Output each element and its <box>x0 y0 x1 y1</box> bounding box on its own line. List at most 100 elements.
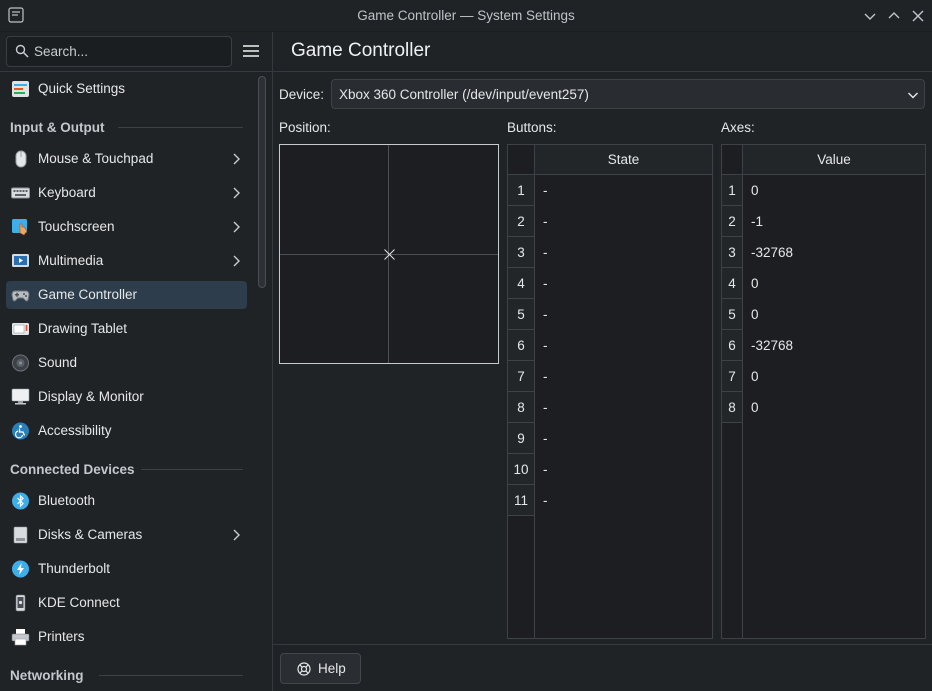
axis-value-cell: 0 <box>751 369 759 384</box>
sidebar-scrollbar-thumb[interactable] <box>258 76 266 288</box>
sidebar-item-quick-settings[interactable]: Quick Settings <box>6 75 247 103</box>
sidebar-item-kde-connect[interactable]: KDE Connect <box>6 589 247 617</box>
sidebar-item-game-controller[interactable]: Game Controller <box>6 281 247 309</box>
thunderbolt-icon <box>12 560 29 578</box>
sidebar-item-sound[interactable]: Sound <box>6 349 247 377</box>
search-icon <box>15 44 29 58</box>
sidebar-item-bluetooth[interactable]: Bluetooth <box>6 487 247 515</box>
device-select[interactable]: Xbox 360 Controller (/dev/input/event257… <box>331 79 925 109</box>
sidebar-item-label: Display & Monitor <box>38 389 144 404</box>
axis-value-cell: -1 <box>751 214 764 229</box>
sidebar-item-label: Printers <box>38 629 85 644</box>
chevron-right-icon <box>233 153 240 165</box>
section-header-connected-devices: Connected Devices <box>10 462 135 477</box>
sidebar-item-label: Accessibility <box>38 423 112 438</box>
hamburger-menu-icon[interactable] <box>241 42 261 60</box>
row-number: 1 <box>722 175 743 206</box>
sidebar-item-touchscreen[interactable]: Touchscreen <box>6 213 247 241</box>
button-state-cell: - <box>543 431 548 446</box>
speaker-icon <box>12 354 29 372</box>
sidebar-item-label: Bluetooth <box>38 493 96 508</box>
sidebar-item-label: Game Controller <box>38 287 138 302</box>
help-icon <box>297 662 311 676</box>
sidebar-item-display-monitor[interactable]: Display & Monitor <box>6 383 247 411</box>
section-header-networking: Networking <box>10 668 84 683</box>
search-field[interactable] <box>6 36 232 67</box>
touchscreen-icon <box>12 219 28 236</box>
button-state-cell: - <box>543 245 548 260</box>
axes-value-column-header[interactable]: Value <box>743 145 925 175</box>
help-button-label: Help <box>318 661 346 676</box>
row-number: 8 <box>722 392 743 423</box>
sidebar-item-label: Mouse & Touchpad <box>38 151 154 166</box>
row-number: 10 <box>508 454 535 485</box>
buttons-state-column-header[interactable]: State <box>535 145 712 175</box>
position-cursor-icon <box>384 249 395 260</box>
row-number: 4 <box>508 268 535 299</box>
sidebar-item-label: KDE Connect <box>38 595 120 610</box>
help-button[interactable]: Help <box>280 653 361 684</box>
sidebar-item-disks-cameras[interactable]: Disks & Cameras <box>6 521 247 549</box>
sidebar-item-multimedia[interactable]: Multimedia <box>6 247 247 275</box>
sidebar-item-mouse-touchpad[interactable]: Mouse & Touchpad <box>6 145 247 173</box>
section-divider <box>141 469 243 470</box>
sidebar-item-label: Drawing Tablet <box>38 321 128 336</box>
sidebar-item-printers[interactable]: Printers <box>6 623 247 651</box>
chevron-down-icon <box>908 92 918 99</box>
row-number: 2 <box>722 206 743 237</box>
row-number: 5 <box>722 299 743 330</box>
multimedia-icon <box>12 254 29 267</box>
button-state-cell: - <box>543 183 548 198</box>
chevron-right-icon <box>233 221 240 233</box>
button-state-cell: - <box>543 338 548 353</box>
disk-icon <box>13 526 28 544</box>
printer-icon <box>11 629 30 646</box>
row-number: 3 <box>508 237 535 268</box>
drawing-tablet-icon <box>12 323 29 335</box>
phone-icon <box>15 594 26 612</box>
axis-value-cell: -32768 <box>751 338 794 353</box>
axes-label: Axes: <box>721 120 755 135</box>
close-icon[interactable] <box>910 8 926 24</box>
sidebar-item-thunderbolt[interactable]: Thunderbolt <box>6 555 247 583</box>
sidebar-item-label: Sound <box>38 355 78 370</box>
window-titlebar: Game Controller — System Settings <box>0 0 932 32</box>
row-number: 5 <box>508 299 535 330</box>
position-indicator <box>279 144 499 364</box>
device-label: Device: <box>279 87 325 102</box>
minimize-icon[interactable] <box>862 8 878 24</box>
axis-value-cell: -32768 <box>751 245 794 260</box>
row-number: 6 <box>722 330 743 361</box>
chevron-right-icon <box>233 529 240 541</box>
buttons-label: Buttons: <box>507 120 557 135</box>
position-label: Position: <box>279 120 331 135</box>
sidebar-item-label: Multimedia <box>38 253 104 268</box>
sidebar-item-accessibility[interactable]: Accessibility <box>6 417 247 445</box>
button-state-cell: - <box>543 400 548 415</box>
search-input[interactable] <box>34 37 224 66</box>
chevron-right-icon <box>233 187 240 199</box>
row-number: 11 <box>508 485 535 516</box>
row-number: 1 <box>508 175 535 206</box>
buttons-table: State 1-2-3-4-5-6-7-8-9-10-11- <box>507 144 713 639</box>
sidebar-item-label: Thunderbolt <box>38 561 111 576</box>
gamepad-icon <box>11 290 30 302</box>
sidebar-item-label: Touchscreen <box>38 219 115 234</box>
sidebar-item-label: Quick Settings <box>38 81 126 96</box>
section-header-input-output: Input & Output <box>10 120 105 135</box>
axis-value-cell: 0 <box>751 183 759 198</box>
button-state-cell: - <box>543 462 548 477</box>
chevron-right-icon <box>233 255 240 267</box>
section-divider <box>118 127 243 128</box>
footer-divider <box>273 644 932 645</box>
sidebar-item-keyboard[interactable]: Keyboard <box>6 179 247 207</box>
monitor-icon <box>11 388 30 405</box>
sidebar: Quick Settings Input & Output Mouse & To… <box>0 72 252 691</box>
sidebar-item-drawing-tablet[interactable]: Drawing Tablet <box>6 315 247 343</box>
axis-value-cell: 0 <box>751 400 759 415</box>
row-number: 9 <box>508 423 535 454</box>
table-corner <box>508 145 535 175</box>
maximize-icon[interactable] <box>886 8 902 24</box>
button-state-cell: - <box>543 369 548 384</box>
button-state-cell: - <box>543 493 548 508</box>
